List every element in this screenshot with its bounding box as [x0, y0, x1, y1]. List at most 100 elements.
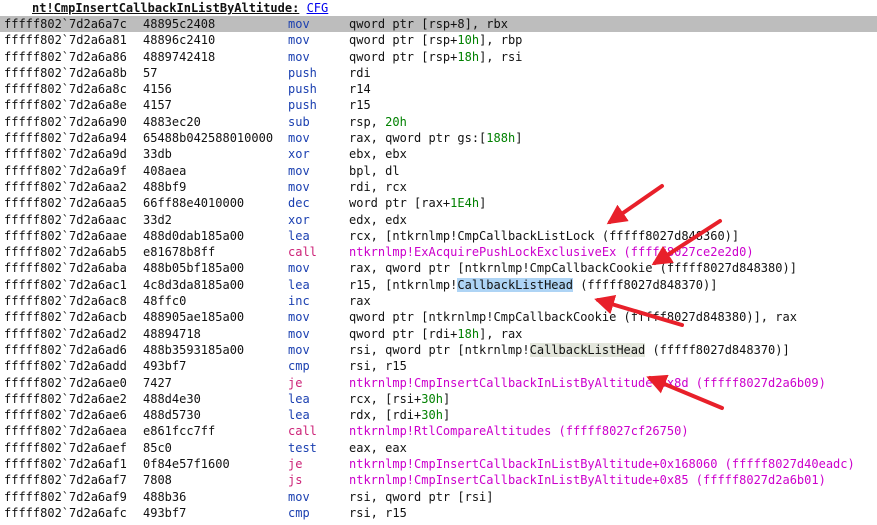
operands[interactable]: ntkrnlmp!RtlCompareAltitudes (fffff8027c…	[349, 423, 689, 439]
disasm-line[interactable]: fffff802`7d2a6ae2 488d4e30 lea rcx, [rsi+30…	[0, 391, 877, 407]
operands: qword ptr [rsp+8], rbx	[349, 16, 508, 32]
operands: eax, eax	[349, 440, 407, 456]
opcode-bytes: 4889742418	[143, 49, 216, 64]
operands: rsi, r15	[349, 358, 407, 374]
disasm-line[interactable]: fffff802`7d2a6ad6 488b3593185a00 mov rsi, q…	[0, 342, 877, 358]
mnemonic: cmp	[288, 505, 310, 520]
opcode-bytes: e861fcc7ff	[143, 424, 216, 439]
operand-segment: rcx, [ntkrnlmp!CmpCallbackListLock (ffff…	[349, 228, 740, 243]
disasm-line[interactable]: fffff802`7d2a6af9 488b36 mov rsi, qword ptr…	[0, 489, 877, 505]
operand-segment: rax, qword ptr gs:[	[349, 131, 487, 146]
opcode-bytes: 488d0dab185a00	[143, 228, 245, 243]
operands: rsi, r15	[349, 505, 407, 521]
operands: rax	[349, 293, 371, 309]
operands[interactable]: ntkrnlmp!CmpInsertCallbackInListByAltitu…	[349, 375, 826, 391]
disasm-line[interactable]: fffff802`7d2a6af1 0f84e57f1600 je ntkrnlmp!…	[0, 456, 877, 472]
operand-segment: rcx, [rsi+	[349, 391, 422, 406]
opcode-bytes: 4156	[143, 82, 172, 97]
disasm-line[interactable]: fffff802`7d2a6a7c 48895c2408 mov qword ptr …	[0, 16, 877, 33]
mnemonic: je	[288, 457, 303, 472]
disasm-line[interactable]: fffff802`7d2a6ae0 7427 je ntkrnlmp!CmpInser…	[0, 375, 877, 391]
operand-segment: qword ptr [rsp+	[349, 49, 458, 64]
address: fffff802`7d2a6aa2	[4, 179, 127, 194]
address: fffff802`7d2a6a9f	[4, 163, 127, 178]
opcode-bytes: 48894718	[143, 326, 201, 341]
opcode-bytes: 488bf9	[143, 179, 187, 194]
opcode-bytes: 488b3593185a00	[143, 342, 245, 357]
mnemonic: inc	[288, 294, 310, 309]
opcode-bytes: 65488b042588010000	[143, 131, 274, 146]
disasm-line[interactable]: fffff802`7d2a6ab5 e81678b8ff call ntkrnlmp!…	[0, 244, 877, 260]
disasm-line[interactable]: fffff802`7d2a6aae 488d0dab185a00 lea rcx, […	[0, 228, 877, 244]
opcode-bytes: 66ff88e4010000	[143, 196, 245, 211]
operand-segment: ntkrnlmp!CmpInsertCallbackInListByAltitu…	[349, 473, 826, 488]
disasm-line[interactable]: fffff802`7d2a6a9d 33db xor ebx, ebx	[0, 146, 877, 162]
disasm-line[interactable]: fffff802`7d2a6ae6 488d5730 lea rdx, [rdi+30…	[0, 407, 877, 423]
disasm-line[interactable]: fffff802`7d2a6a86 4889742418 mov qword ptr …	[0, 49, 877, 65]
disasm-line[interactable]: fffff802`7d2a6aa2 488bf9 mov rdi, rcx	[0, 179, 877, 195]
disasm-line[interactable]: fffff802`7d2a6a8c 4156 push r14	[0, 81, 877, 97]
disasm-line[interactable]: fffff802`7d2a6a9f 408aea mov bpl, dl	[0, 163, 877, 179]
operands[interactable]: ntkrnlmp!ExAcquirePushLockExclusiveEx (f…	[349, 244, 754, 260]
mnemonic: mov	[288, 342, 310, 357]
opcode-bytes: 7427	[143, 375, 172, 390]
highlighted-symbol: CallbackListHead	[457, 277, 573, 292]
disasm-line[interactable]: fffff802`7d2a6add 493bf7 cmp rsi, r15	[0, 358, 877, 374]
mnemonic: js	[288, 473, 303, 488]
mnemonic: lea	[288, 277, 310, 292]
operand-segment: rsi, qword ptr [rsi]	[349, 489, 494, 504]
address: fffff802`7d2a6ae6	[4, 408, 127, 423]
disasm-line[interactable]: fffff802`7d2a6a90 4883ec20 sub rsp, 20h	[0, 114, 877, 130]
operand-segment: rsi, qword ptr [ntkrnlmp!	[349, 342, 530, 357]
cfg-link[interactable]: CFG	[307, 1, 329, 15]
address: fffff802`7d2a6aa5	[4, 196, 127, 211]
disasm-line[interactable]: fffff802`7d2a6afc 493bf7 cmp rsi, r15	[0, 505, 877, 521]
address: fffff802`7d2a6ae2	[4, 391, 127, 406]
operands[interactable]: ntkrnlmp!CmpInsertCallbackInListByAltitu…	[349, 472, 826, 488]
disasm-line[interactable]: fffff802`7d2a6a94 65488b042588010000 mov ra…	[0, 130, 877, 146]
disasm-line[interactable]: fffff802`7d2a6aba 488b05bf185a00 mov rax, q…	[0, 260, 877, 276]
operand-segment: bpl, dl	[349, 163, 400, 178]
operand-segment: 30h	[421, 391, 443, 406]
operands: ebx, ebx	[349, 146, 407, 162]
mnemonic: mov	[288, 163, 310, 178]
operand-segment: qword ptr [rdi+	[349, 326, 458, 341]
disasm-line[interactable]: fffff802`7d2a6ac8 48ffc0 inc rax	[0, 293, 877, 309]
disasm-line[interactable]: fffff802`7d2a6a81 48896c2410 mov qword ptr …	[0, 32, 877, 48]
operands: rdi, rcx	[349, 179, 407, 195]
disasm-line[interactable]: fffff802`7d2a6acb 488905ae185a00 mov qword …	[0, 309, 877, 325]
address: fffff802`7d2a6aac	[4, 212, 127, 227]
address: fffff802`7d2a6a86	[4, 49, 127, 64]
operand-segment: r15, [ntkrnlmp!	[349, 277, 458, 292]
disasm-line[interactable]: fffff802`7d2a6a8b 57 push rdi	[0, 65, 877, 81]
disasm-line[interactable]: fffff802`7d2a6aef 85c0 test eax, eax	[0, 440, 877, 456]
mnemonic: mov	[288, 33, 310, 48]
operand-segment: rdi, rcx	[349, 179, 407, 194]
disasm-line[interactable]: fffff802`7d2a6aac 33d2 xor edx, edx	[0, 212, 877, 228]
address: fffff802`7d2a6ac8	[4, 294, 127, 309]
disassembly-listing[interactable]: fffff802`7d2a6a7c 48895c2408 mov qword ptr …	[0, 16, 877, 521]
operand-segment: ], rbp	[479, 33, 523, 48]
address: fffff802`7d2a6ae0	[4, 375, 127, 390]
operand-segment: 10h	[457, 33, 480, 48]
mnemonic: call	[288, 424, 317, 439]
disasm-line[interactable]: fffff802`7d2a6ac1 4c8d3da8185a00 lea r15, […	[0, 277, 877, 293]
operands[interactable]: ntkrnlmp!CmpInsertCallbackInListByAltitu…	[349, 456, 855, 472]
address: fffff802`7d2a6aae	[4, 228, 127, 243]
address: fffff802`7d2a6a94	[4, 131, 127, 146]
disasm-line[interactable]: fffff802`7d2a6ad2 48894718 mov qword ptr [r…	[0, 326, 877, 342]
address: fffff802`7d2a6ad6	[4, 342, 127, 357]
opcode-bytes: 4157	[143, 98, 172, 113]
mnemonic: xor	[288, 212, 310, 227]
disasm-line[interactable]: fffff802`7d2a6aea e861fcc7ff call ntkrnlmp!…	[0, 423, 877, 439]
address: fffff802`7d2a6aea	[4, 424, 127, 439]
mnemonic: mov	[288, 489, 310, 504]
address: fffff802`7d2a6acb	[4, 310, 127, 325]
address: fffff802`7d2a6a8b	[4, 65, 127, 80]
disasm-line[interactable]: fffff802`7d2a6af7 7808 js ntkrnlmp!CmpInser…	[0, 472, 877, 488]
disasm-line[interactable]: fffff802`7d2a6a8e 4157 push r15	[0, 97, 877, 113]
opcode-bytes: 4c8d3da8185a00	[143, 277, 245, 292]
mnemonic: dec	[288, 196, 310, 211]
operand-segment: rax	[349, 294, 371, 309]
disasm-line[interactable]: fffff802`7d2a6aa5 66ff88e4010000 dec word p…	[0, 195, 877, 211]
